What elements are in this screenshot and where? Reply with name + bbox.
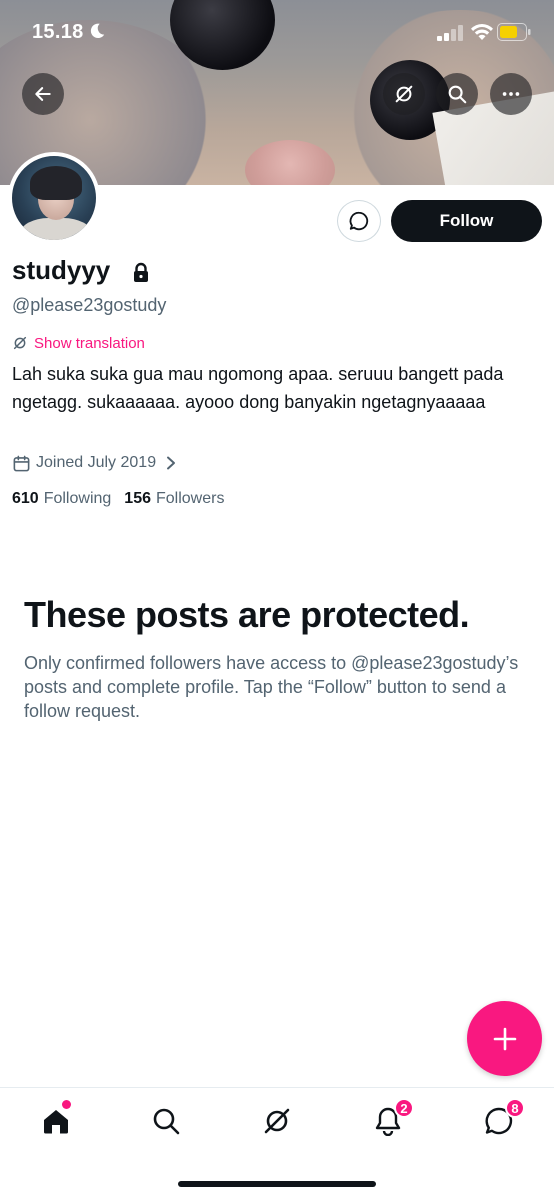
status-bar: 15.18	[0, 0, 554, 64]
follow-stats: 610 Following 156 Followers	[12, 490, 237, 508]
banner-cat-nose	[245, 140, 335, 185]
avatar[interactable]	[8, 152, 100, 244]
grok-icon	[395, 85, 413, 103]
followers-link[interactable]: 156 Followers	[124, 490, 224, 508]
status-time: 15.18	[32, 21, 84, 43]
home-unread-dot	[62, 1100, 71, 1109]
protected-title: These posts are protected.	[24, 594, 470, 635]
search-icon[interactable]	[151, 1106, 181, 1136]
home-indicator	[178, 1181, 376, 1187]
arrow-left-icon	[35, 87, 51, 101]
display-name: studyyy	[12, 255, 111, 285]
grok-icon[interactable]	[262, 1106, 292, 1136]
avatar-shirt	[20, 218, 92, 240]
following-label: Following	[43, 490, 112, 507]
message-button[interactable]	[337, 200, 381, 242]
joined-label: Joined July 2019	[36, 454, 157, 471]
following-link[interactable]: 610 Following	[12, 490, 111, 508]
avatar-hair	[30, 166, 82, 200]
moon-icon	[90, 23, 105, 39]
chevron-right-icon	[167, 456, 176, 470]
battery-icon	[497, 23, 531, 41]
more-button[interactable]	[490, 73, 532, 115]
notifications-badge: 2	[394, 1098, 414, 1118]
show-translation-label: Show translation	[34, 334, 145, 352]
following-count: 610	[12, 490, 39, 507]
calendar-icon	[13, 455, 30, 471]
cellular-signal-icon	[437, 25, 463, 41]
plus-icon	[493, 1027, 516, 1050]
show-translation-link[interactable]: Show translation	[12, 333, 145, 353]
search-button[interactable]	[436, 73, 478, 115]
joined-date[interactable]: Joined July 2019	[12, 452, 177, 474]
profile-handle: @please23gostudy	[12, 295, 167, 315]
compose-post-button[interactable]	[467, 1001, 542, 1076]
home-icon[interactable]	[41, 1106, 71, 1136]
back-button[interactable]	[22, 73, 64, 115]
message-bubble-icon	[349, 211, 369, 231]
grok-button[interactable]	[383, 73, 425, 115]
protected-description: Only confirmed followers have access to …	[24, 653, 519, 721]
grok-icon	[13, 336, 27, 350]
search-icon	[448, 85, 467, 104]
lock-icon	[134, 262, 148, 282]
more-horizontal-icon	[502, 92, 520, 96]
messages-badge: 8	[505, 1098, 525, 1118]
followers-count: 156	[124, 490, 151, 507]
wifi-icon	[471, 23, 493, 40]
profile-bio: Lah suka suka gua mau ngomong apaa. seru…	[12, 364, 504, 412]
followers-label: Followers	[156, 490, 225, 507]
follow-button[interactable]: Follow	[391, 200, 542, 242]
